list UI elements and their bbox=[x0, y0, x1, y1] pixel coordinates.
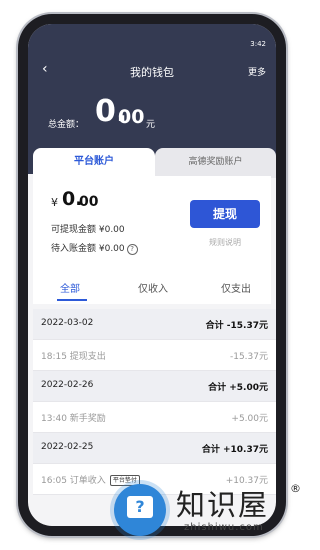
pending-amount: 待入账金额 ¥0.00 bbox=[51, 244, 125, 254]
filter-expense[interactable]: 仅支出 bbox=[221, 280, 251, 295]
date-total: 合计 -15.37元 bbox=[205, 321, 268, 331]
date-total: 合计 +10.37元 bbox=[201, 445, 268, 455]
record-amount: -15.37元 bbox=[229, 352, 268, 362]
more-button[interactable]: 更多 bbox=[248, 65, 266, 78]
record-list: 2022-03-02 合计 -15.37元 18:15 提现支出 -15.37元… bbox=[33, 309, 276, 495]
active-filter-indicator bbox=[57, 299, 87, 301]
date-row: 2022-02-25 合计 +10.37元 bbox=[33, 433, 276, 464]
help-icon[interactable]: ? bbox=[126, 244, 138, 255]
total-label: 总金额： bbox=[48, 120, 85, 130]
record-amount: +5.00元 bbox=[231, 414, 268, 424]
date-row: 2022-03-02 合计 -15.37元 bbox=[33, 309, 276, 340]
watermark-url: zhishiwu.com bbox=[184, 522, 264, 533]
page-title: 我的钱包 bbox=[130, 66, 174, 79]
balance-dec: 00 bbox=[79, 194, 99, 210]
record-row[interactable]: 18:15 提现支出 -15.37元 bbox=[33, 340, 276, 371]
status-time: 3:42 bbox=[250, 40, 266, 48]
total-amount-dec: 00 bbox=[118, 106, 145, 128]
date-row: 2022-02-26 合计 +5.00元 bbox=[33, 371, 276, 402]
filter-all[interactable]: 全部 bbox=[60, 280, 80, 295]
balance-currency: ¥ bbox=[51, 196, 58, 209]
record-label: 16:05 订单收入 bbox=[41, 476, 106, 486]
tab-platform-account[interactable]: 平台账户 bbox=[33, 148, 155, 178]
watermark-text: 知识屋 bbox=[176, 488, 270, 522]
watermark-logo: ? 知识屋 ® zhishiwu.com bbox=[114, 478, 304, 538]
record-label: 18:15 提现支出 bbox=[41, 352, 106, 362]
date-label: 2022-02-25 bbox=[41, 442, 94, 452]
record-label: 13:40 新手奖励 bbox=[41, 414, 106, 424]
withdrawable-amount: 可提现金额 ¥0.00 bbox=[51, 225, 125, 235]
date-total: 合计 +5.00元 bbox=[208, 383, 268, 393]
rules-link[interactable]: 规则说明 bbox=[190, 237, 260, 248]
date-label: 2022-02-26 bbox=[41, 380, 94, 390]
registered-mark: ® bbox=[290, 482, 301, 495]
pending-amount-row: 待入账金额 ¥0.00? bbox=[51, 241, 138, 255]
date-label: 2022-03-02 bbox=[41, 318, 94, 328]
filter-income[interactable]: 仅收入 bbox=[138, 280, 168, 295]
total-unit: 元 bbox=[146, 120, 156, 130]
wallet-screen: 3:42 ‹ 我的钱包 更多 总金额： 0. 00 元 平台账户 高德奖励账户 … bbox=[28, 24, 276, 526]
withdraw-button[interactable]: 提现 bbox=[190, 200, 260, 228]
question-logo-icon: ? bbox=[114, 484, 166, 536]
tab-reward-account[interactable]: 高德奖励账户 bbox=[155, 148, 276, 178]
record-row[interactable]: 13:40 新手奖励 +5.00元 bbox=[33, 402, 276, 433]
